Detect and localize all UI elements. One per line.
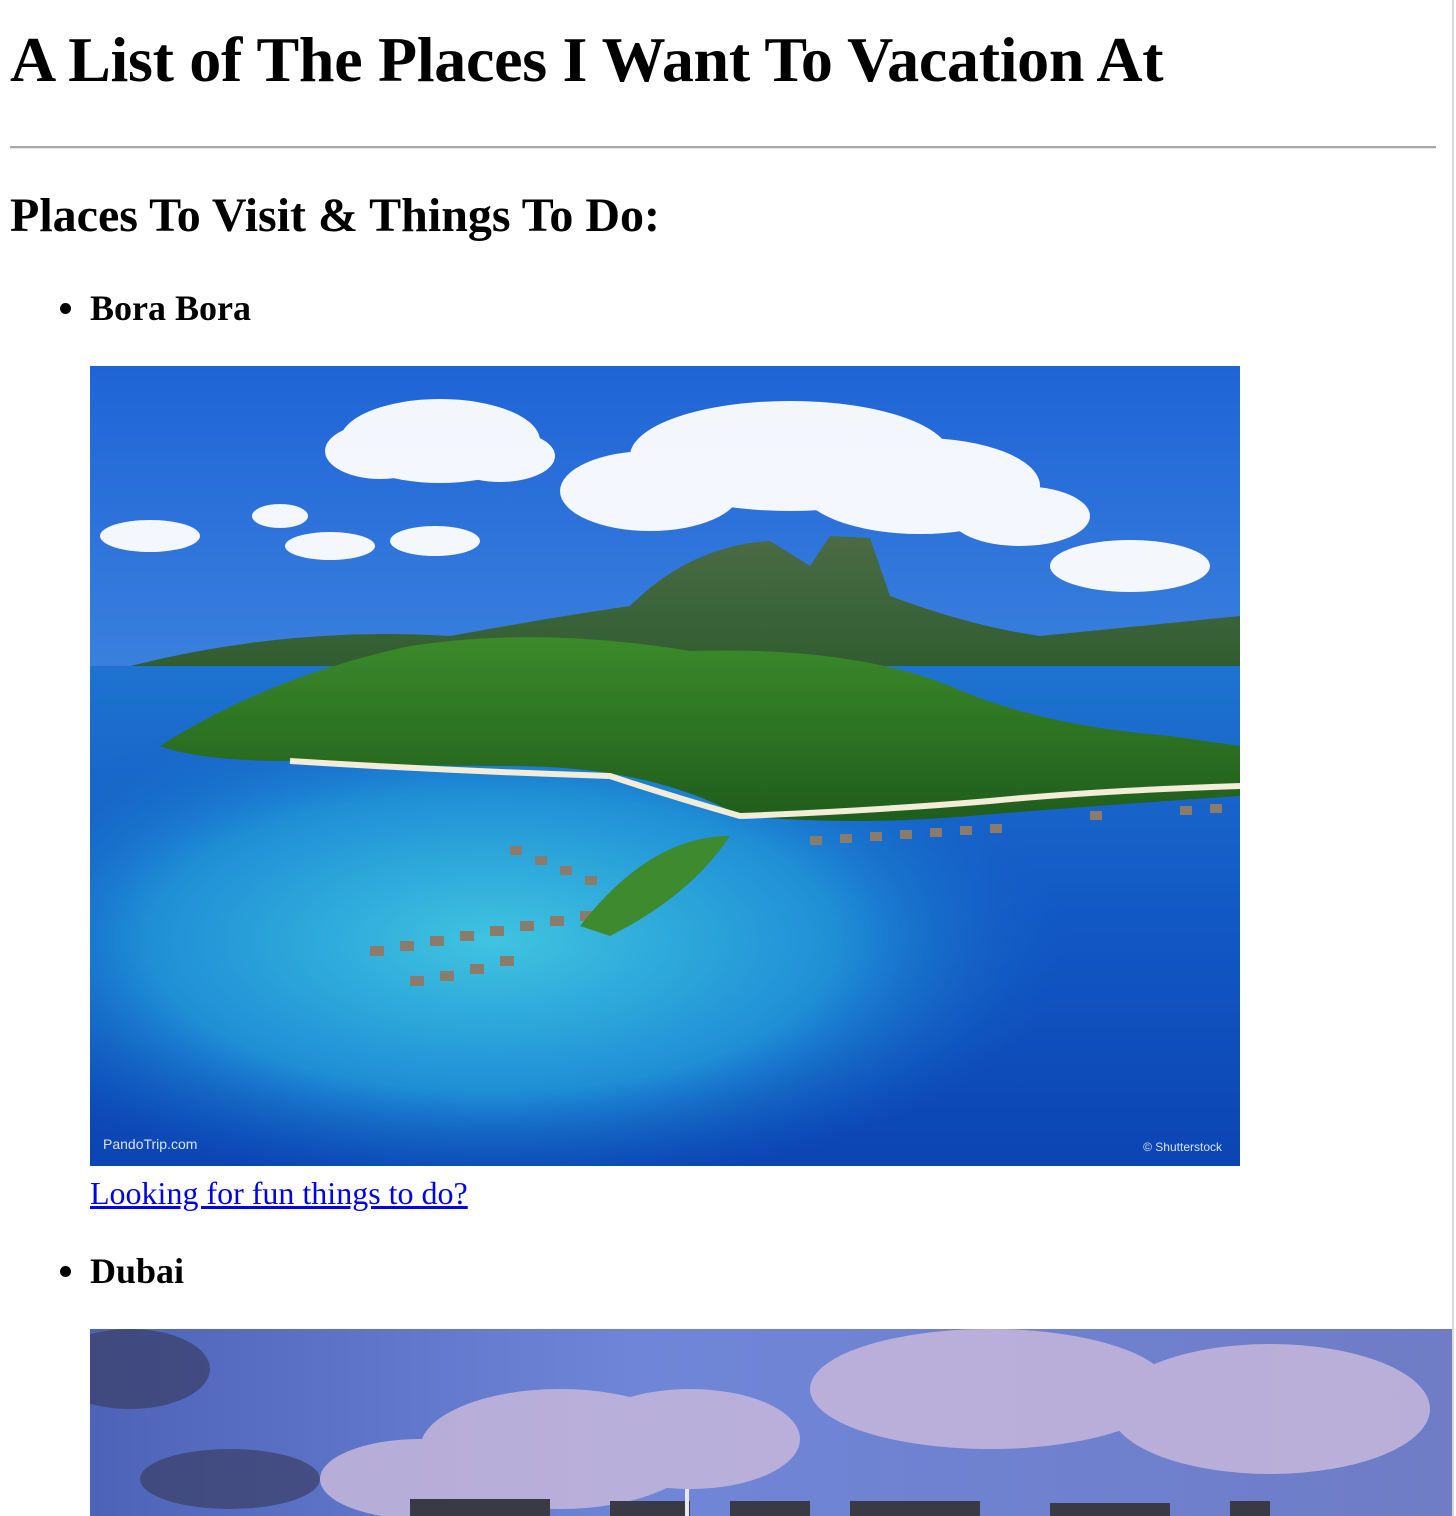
fun-things-link[interactable]: Looking for fun things to do? [90, 1175, 468, 1211]
bullet-icon [60, 303, 71, 315]
page: A List of The Places I Want To Vacation … [0, 0, 1454, 1516]
place-name: Dubai [90, 1251, 185, 1291]
watermark-left: PandoTrip.com [103, 1136, 198, 1152]
bora-bora-image: PandoTrip.com © Shutterstock [90, 366, 1240, 1166]
list-item-bora-bora: Bora Bora [60, 290, 251, 326]
page-title: A List of The Places I Want To Vacation … [10, 24, 1164, 95]
list-item-dubai: Dubai [60, 1253, 184, 1289]
horizontal-rule [10, 146, 1436, 149]
dubai-image [90, 1329, 1452, 1516]
section-heading: Places To Visit & Things To Do: [10, 189, 660, 242]
watermark-right: © Shutterstock [1143, 1140, 1222, 1154]
place-name: Bora Bora [90, 288, 251, 328]
bullet-icon [60, 1266, 71, 1278]
